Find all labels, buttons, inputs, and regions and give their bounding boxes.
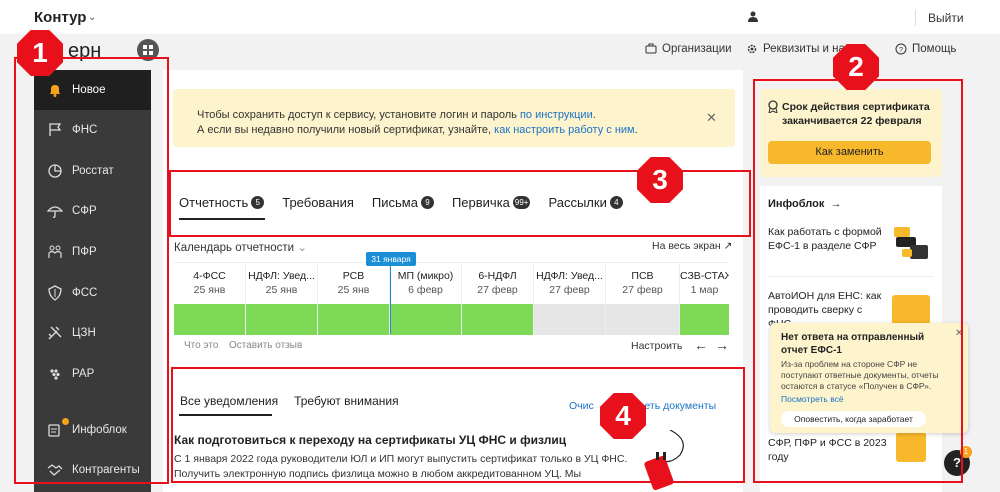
report-name: МП (микро) <box>397 270 454 282</box>
report-date: 1 мар <box>690 284 719 296</box>
fullscreen-link[interactable]: На весь экран ↗ <box>652 240 732 252</box>
nav-help-label: Помощь <box>912 43 957 55</box>
banner-line-2: А если вы недавно получили новый сертифи… <box>197 124 638 136</box>
user-icon[interactable] <box>748 11 758 22</box>
close-icon[interactable]: ✕ <box>706 110 717 126</box>
annotation-label-2: 2 <box>833 44 879 90</box>
calendar-item[interactable]: НДФЛ: Увед... 27 февр <box>534 263 606 335</box>
banner-text: Чтобы сохранить доступ к сервису, устано… <box>197 109 520 121</box>
status-bar <box>174 304 245 335</box>
report-date: 25 янв <box>265 284 298 296</box>
status-bar <box>462 304 533 335</box>
calendar-item[interactable]: СЗВ-СТАЖ 1 мар <box>680 263 729 335</box>
banner-punct: . <box>634 124 638 136</box>
chevron-down-icon: ⌄ <box>297 242 307 254</box>
calendar-item[interactable]: ПСВ 27 февр <box>606 263 680 335</box>
status-bar <box>246 304 317 335</box>
report-date: 27 февр <box>549 284 590 296</box>
calendar-label: Календарь отчетности <box>174 242 295 254</box>
annotation-box-4 <box>171 367 745 483</box>
divider <box>915 10 916 26</box>
annotation-box-2 <box>753 79 963 483</box>
today-badge: 31 января <box>366 252 416 266</box>
report-name: СЗВ-СТАЖ <box>680 270 729 282</box>
annotation-label-1: 1 <box>17 30 63 76</box>
annotation-label-4: 4 <box>600 393 646 439</box>
annotation-box-1 <box>14 57 169 484</box>
top-bar: Контур ⌄ Выйти <box>0 0 1000 34</box>
brand-logo[interactable]: Контур <box>34 9 86 26</box>
arrow-left-icon[interactable]: ← <box>694 337 708 353</box>
report-name: РСВ <box>342 270 365 282</box>
report-name: 4-ФСС <box>193 270 226 282</box>
banner-punct: . <box>592 109 596 121</box>
calendar-item[interactable]: 6-НДФЛ 27 февр <box>462 263 534 335</box>
annotation-label-3: 3 <box>637 157 683 203</box>
instruction-link[interactable]: по инструкции <box>520 109 593 121</box>
calendar-item[interactable]: НДФЛ: Увед... 25 янв <box>246 263 318 335</box>
chevron-down-icon[interactable]: ⌄ <box>88 12 96 23</box>
question-icon: ? <box>895 43 907 55</box>
svg-text:?: ? <box>899 47 903 54</box>
status-bar <box>680 304 729 335</box>
report-date: 27 февр <box>477 284 518 296</box>
fullscreen-label: На весь экран <box>652 240 721 252</box>
report-date: 6 февр <box>408 284 443 296</box>
today-marker <box>390 262 391 334</box>
status-bar <box>390 304 461 335</box>
report-date: 25 янв <box>337 284 370 296</box>
report-calendar: 4-ФСС 25 янв НДФЛ: Увед... 25 янв РСВ 25 ян… <box>174 262 729 335</box>
calendar-dropdown[interactable]: Календарь отчетности ⌄ <box>174 240 307 254</box>
nav-organizations-label: Организации <box>662 43 732 55</box>
banner-text: А если вы недавно получили новый сертифи… <box>197 124 495 136</box>
calendar-item[interactable]: 4-ФСС 25 янв <box>174 263 246 335</box>
calendar-item[interactable]: МП (микро) 6 февр <box>390 263 462 335</box>
briefcase-icon <box>645 43 657 54</box>
expand-icon: ↗ <box>723 240 733 252</box>
report-name: НДФЛ: Увед... <box>536 270 603 282</box>
calendar-item[interactable]: РСВ 25 янв <box>318 263 390 335</box>
report-date: 25 янв <box>193 284 226 296</box>
report-date: 27 февр <box>622 284 663 296</box>
status-bar <box>318 304 389 335</box>
nav-help[interactable]: ? Помощь <box>895 43 956 55</box>
gear-icon <box>747 44 757 54</box>
arrow-right-icon[interactable]: → <box>715 337 729 353</box>
logout-link[interactable]: Выйти <box>928 11 964 25</box>
nav-organizations[interactable]: Организации <box>645 43 732 55</box>
feedback-link[interactable]: Оставить отзыв <box>229 340 302 351</box>
status-bar <box>606 304 679 335</box>
report-name: НДФЛ: Увед... <box>248 270 315 282</box>
settings-link[interactable]: Настроить <box>631 340 682 352</box>
banner-line-1: Чтобы сохранить доступ к сервису, устано… <box>197 109 596 121</box>
what-is-this-link[interactable]: Что это <box>184 340 218 351</box>
setup-link[interactable]: как настроить работу с ним <box>494 124 634 136</box>
report-name: ПСВ <box>631 270 654 282</box>
status-bar <box>534 304 605 335</box>
report-name: 6-НДФЛ <box>478 270 517 282</box>
